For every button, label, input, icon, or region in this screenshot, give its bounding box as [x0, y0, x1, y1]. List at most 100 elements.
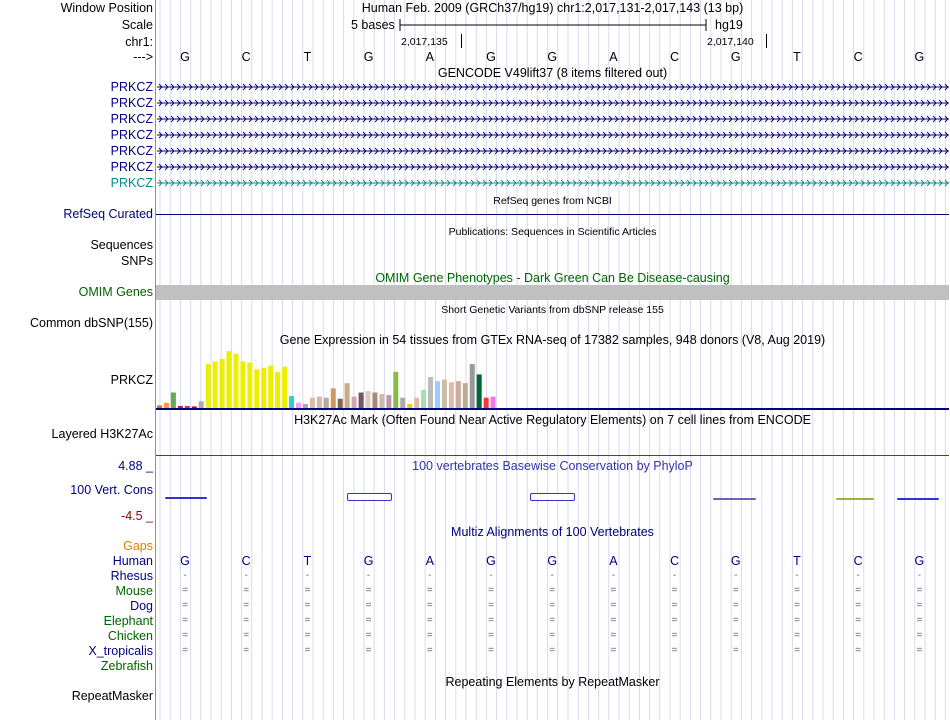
species-label[interactable]: Mouse: [115, 584, 153, 598]
multiz-gaps-label[interactable]: Gaps: [123, 539, 153, 553]
gencode-gene-line[interactable]: [157, 99, 949, 107]
base-letter: C: [670, 50, 680, 64]
gtex-tissue-bar: [483, 397, 489, 408]
species-label[interactable]: Zebrafish: [101, 659, 153, 673]
gtex-label[interactable]: PRKCZ: [111, 373, 153, 387]
gtex-tissue-bar: [365, 390, 371, 408]
alignment-match: =: [732, 615, 739, 626]
gencode-item-label[interactable]: PRKCZ: [111, 80, 153, 94]
gtex-tissue-bar: [323, 397, 329, 408]
gtex-tissue-bar: [268, 365, 274, 408]
alignment-match: =: [304, 585, 311, 596]
refseq-label[interactable]: RefSeq Curated: [63, 207, 153, 221]
gencode-item-label[interactable]: PRKCZ: [111, 160, 153, 174]
gencode-gene-line[interactable]: [157, 147, 949, 155]
gtex-tissue-bar: [163, 402, 169, 408]
window-position-label: Window Position: [60, 1, 153, 15]
gtex-tissue-bar: [170, 392, 176, 408]
species-label[interactable]: X_tropicalis: [88, 644, 153, 658]
alignment-gap: -: [305, 570, 310, 581]
base-letter: A: [609, 50, 618, 64]
gencode-gene-line[interactable]: [157, 115, 949, 123]
strand-label: --->: [133, 50, 153, 64]
base-letter: G: [730, 50, 741, 64]
base-letter: G: [363, 50, 374, 64]
species-label[interactable]: Chicken: [108, 629, 153, 643]
alignment-match: =: [794, 630, 800, 641]
base-letter: G: [914, 50, 925, 64]
gtex-tissue-bar: [462, 383, 468, 408]
gencode-item-label[interactable]: PRKCZ: [111, 176, 153, 190]
alignment-match: =: [916, 615, 923, 626]
gtex-tissue-bar: [490, 396, 496, 408]
gencode-gene-line[interactable]: [157, 179, 949, 187]
h3k27ac-label[interactable]: Layered H3K27Ac: [52, 427, 153, 441]
species-label[interactable]: Human: [113, 554, 153, 568]
alignment-match: =: [549, 630, 556, 641]
gencode-gene-line[interactable]: [157, 163, 949, 171]
gencode-item-label[interactable]: PRKCZ: [111, 128, 153, 142]
dbsnp-label[interactable]: Common dbSNP(155): [30, 316, 153, 330]
alignment-match: =: [182, 615, 188, 626]
omim-track-title: OMIM Gene Phenotypes - Dark Green Can Be…: [375, 271, 730, 285]
alignment-match: =: [304, 615, 311, 626]
chrom-label: chr1:: [125, 35, 153, 49]
conservation-segment: [897, 498, 939, 500]
alignment-match: =: [610, 600, 617, 611]
gencode-item-label[interactable]: PRKCZ: [111, 112, 153, 126]
gtex-tissue-bar: [428, 377, 434, 408]
gencode-gene-line[interactable]: [157, 131, 949, 139]
gtex-tissue-bar: [316, 396, 322, 408]
alignment-match: =: [855, 630, 862, 641]
alignment-match: =: [488, 645, 494, 656]
alignment-gap: -: [856, 570, 860, 581]
publications-label-sequences[interactable]: Sequences: [90, 238, 153, 252]
alignment-match: =: [610, 585, 617, 596]
gtex-expression-bars[interactable]: [156, 346, 949, 410]
conservation-segment: [347, 493, 392, 501]
gencode-item-label[interactable]: PRKCZ: [111, 144, 153, 158]
publications-label-snps[interactable]: SNPs: [121, 254, 153, 268]
species-label[interactable]: Dog: [130, 599, 153, 613]
refseq-gene-line[interactable]: [156, 214, 949, 215]
gencode-item-label[interactable]: PRKCZ: [111, 96, 153, 110]
conservation-label[interactable]: 100 Vert. Cons: [70, 483, 153, 497]
gencode-gene-line[interactable]: [157, 83, 949, 91]
alignment-match: =: [732, 600, 739, 611]
alignment-match: =: [916, 630, 923, 641]
gtex-tissue-bar: [240, 361, 246, 408]
alignment-match: =: [243, 615, 250, 626]
gtex-tissue-bar: [379, 394, 385, 408]
gtex-tissue-bar: [309, 397, 315, 408]
human-base: G: [914, 554, 925, 568]
omim-label[interactable]: OMIM Genes: [79, 285, 153, 299]
gtex-tissue-bar: [435, 381, 440, 408]
gtex-tissue-bar: [157, 405, 162, 408]
alignment-match: =: [426, 645, 433, 656]
alignment-match: =: [426, 630, 433, 641]
gtex-tissue-bar: [330, 388, 336, 408]
human-base: G: [730, 554, 741, 568]
human-base: A: [425, 554, 434, 568]
alignment-match: =: [794, 615, 800, 626]
species-label[interactable]: Rhesus: [111, 569, 153, 583]
gtex-tissue-bar: [184, 405, 190, 408]
repeatmasker-label[interactable]: RepeatMasker: [72, 689, 153, 703]
alignment-gap: -: [428, 570, 432, 581]
omim-gene-bar[interactable]: [156, 285, 949, 300]
assembly-position-info: Human Feb. 2009 (GRCh37/hg19) chr1:2,017…: [361, 1, 744, 15]
alignment-match: =: [182, 630, 188, 641]
base-letter: A: [425, 50, 434, 64]
gtex-tissue-bar: [198, 401, 204, 408]
alignment-match: =: [732, 585, 739, 596]
alignment-match: =: [855, 645, 862, 656]
gtex-tissue-bar: [212, 361, 218, 408]
alignment-match: =: [488, 630, 494, 641]
gtex-tissue-bar: [226, 351, 232, 408]
repeatmasker-track-title: Repeating Elements by RepeatMasker: [445, 675, 660, 689]
alignment-match: =: [855, 615, 862, 626]
alignment-match: =: [426, 615, 433, 626]
base-letter: T: [793, 50, 801, 64]
species-label[interactable]: Elephant: [104, 614, 153, 628]
alignment-match: =: [794, 600, 800, 611]
